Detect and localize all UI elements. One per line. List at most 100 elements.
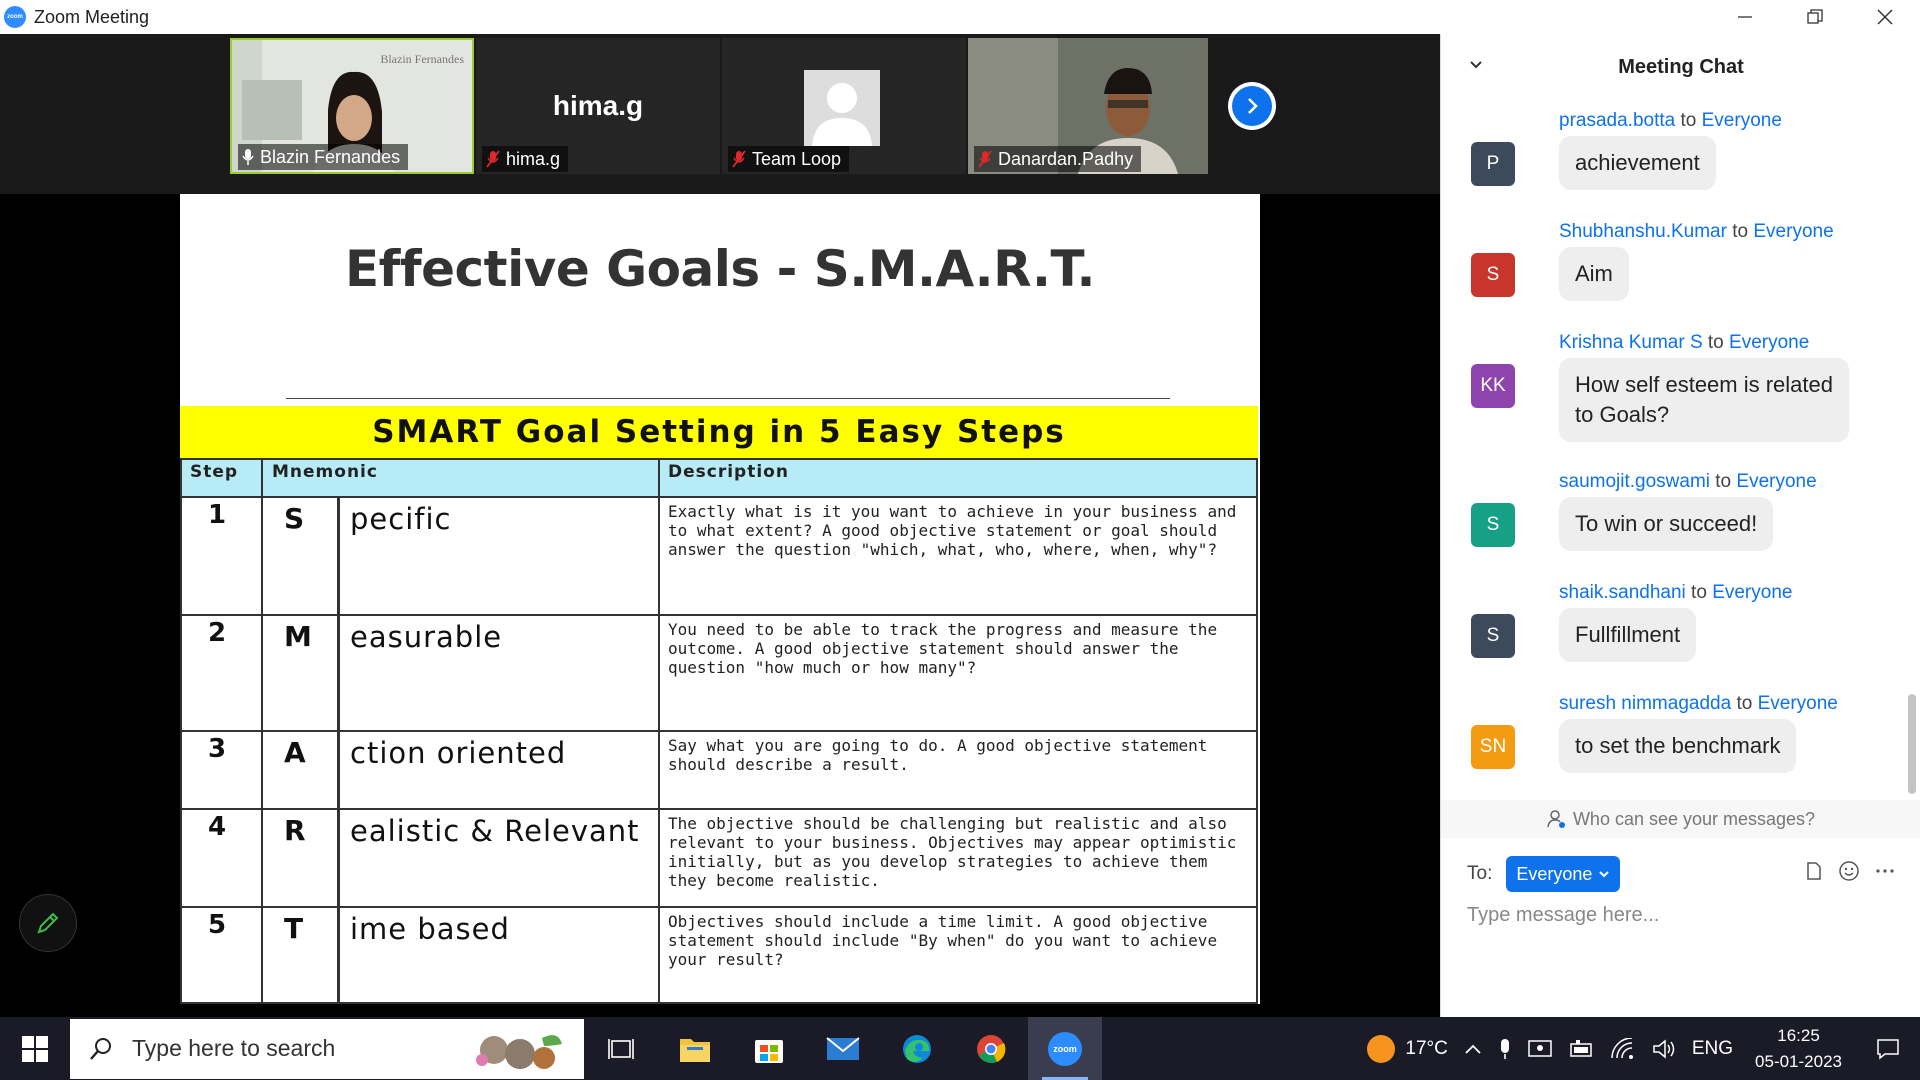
notifications-button[interactable]: [1864, 1038, 1912, 1060]
table-row: 5 T ime based Objectives should include …: [180, 908, 1258, 1002]
chrome-icon: [977, 1034, 1006, 1063]
weather-widget[interactable]: 17°C: [1367, 1034, 1448, 1063]
close-button[interactable]: [1850, 0, 1920, 34]
wifi-icon: [1611, 1037, 1633, 1059]
message-bubble[interactable]: Aim: [1559, 247, 1629, 301]
sender-name[interactable]: shaik.sandhani: [1559, 582, 1686, 603]
step-description: You need to be able to track the progres…: [668, 620, 1218, 677]
chat-title: Meeting Chat: [1618, 56, 1744, 78]
avatar: SN: [1471, 725, 1515, 769]
show-hidden-icons-button[interactable]: [1464, 1043, 1482, 1055]
sender-name[interactable]: saumojit.goswami: [1559, 471, 1710, 492]
avatar: P: [1471, 142, 1515, 186]
sender-name[interactable]: prasada.botta: [1559, 110, 1675, 131]
chevron-right-icon: [1248, 98, 1258, 114]
shared-screen-slide: Effective Goals - S.M.A.R.T. SMART Goal …: [180, 194, 1260, 1004]
recipient-name[interactable]: Everyone: [1736, 471, 1816, 492]
zoom-app-icon: zoom: [1048, 1031, 1082, 1066]
slide-title: Effective Goals - S.M.A.R.T.: [344, 240, 1096, 298]
recipient-dropdown[interactable]: Everyone: [1506, 856, 1621, 892]
mail-icon: [826, 1036, 860, 1060]
start-button[interactable]: [0, 1017, 70, 1080]
step-number: 2: [208, 618, 227, 648]
file-icon[interactable]: [1804, 861, 1824, 881]
next-participants-button[interactable]: [1228, 82, 1276, 130]
clock[interactable]: 16:25 05-01-2023: [1755, 1023, 1842, 1075]
chat-scrollbar[interactable]: [1908, 104, 1916, 824]
recipient-name[interactable]: Everyone: [1753, 221, 1833, 242]
task-view-button[interactable]: [584, 1017, 658, 1080]
volume-button[interactable]: [1652, 1038, 1676, 1060]
mnemonic-word: pecific: [350, 502, 452, 536]
emoji-icon[interactable]: [1838, 860, 1860, 882]
chat-panel: Meeting Chat prasada.botta to Everyone P…: [1440, 34, 1920, 1017]
recipient-name[interactable]: Everyone: [1758, 693, 1838, 714]
step-description: Objectives should include a time limit. …: [668, 912, 1218, 969]
recipient-name[interactable]: Everyone: [1712, 582, 1792, 603]
chat-message: prasada.botta to Everyone P achievement: [1471, 110, 1891, 210]
message-bubble[interactable]: achievement: [1559, 136, 1716, 190]
recipient-name[interactable]: Everyone: [1702, 110, 1782, 131]
meet-now-button[interactable]: [1528, 1038, 1552, 1060]
search-highlight-illustration-icon: [476, 1034, 562, 1069]
recipient-name[interactable]: Everyone: [1729, 332, 1809, 353]
message-bubble[interactable]: Fullfillment: [1559, 608, 1697, 662]
participant-tile[interactable]: hima.g hima.g: [476, 38, 720, 174]
message-meta: prasada.botta to Everyone: [1559, 110, 1782, 131]
sender-name[interactable]: Krishna Kumar S: [1559, 332, 1703, 353]
mail-button[interactable]: [806, 1017, 880, 1080]
recipient-row: To: Everyone: [1467, 856, 1621, 892]
folder-icon: [680, 1038, 710, 1062]
default-avatar-icon: [804, 70, 880, 146]
avatar: S: [1471, 614, 1515, 658]
table-row: 4 R ealistic & Relevant The objective sh…: [180, 810, 1258, 906]
minimize-button[interactable]: [1710, 0, 1780, 34]
sender-name[interactable]: suresh nimmagadda: [1559, 693, 1731, 714]
message-bubble[interactable]: How self esteem is related to Goals?: [1559, 358, 1849, 442]
battery-button[interactable]: [1568, 1039, 1594, 1059]
participant-name-tag: hima.g: [482, 146, 569, 172]
title-bar: zoom Zoom Meeting: [0, 0, 1920, 34]
screen-share-icon: [1528, 1039, 1552, 1057]
chrome-button[interactable]: [954, 1017, 1028, 1080]
person-eye-icon: [1547, 810, 1565, 828]
column-header-step: Step: [190, 462, 239, 482]
grid-line: [180, 1002, 1258, 1004]
to-label: To:: [1467, 863, 1493, 884]
step-number: 5: [208, 910, 227, 940]
scrollbar-thumb[interactable]: [1908, 694, 1916, 794]
participant-tile[interactable]: Blazin Fernandes Blazin Fernandes: [230, 38, 474, 174]
file-explorer-button[interactable]: [658, 1017, 732, 1080]
message-bubble[interactable]: To win or succeed!: [1559, 497, 1774, 551]
windows-logo-icon: [22, 1035, 48, 1062]
taskbar-search[interactable]: Type here to search: [70, 1018, 584, 1079]
zoom-taskbar-button[interactable]: zoom: [1028, 1017, 1102, 1080]
participant-tile[interactable]: Danardan.Padhy: [968, 38, 1208, 174]
step-number: 3: [208, 734, 227, 764]
more-options-icon[interactable]: [1874, 860, 1896, 882]
message-bubble[interactable]: to set the benchmark: [1559, 719, 1797, 773]
sender-name[interactable]: Shubhanshu.Kumar: [1559, 221, 1727, 242]
edge-browser-icon: [903, 1034, 931, 1063]
chat-message: suresh nimmagadda to Everyone SN to set …: [1471, 693, 1891, 793]
message-input[interactable]: Type message here...: [1467, 904, 1659, 927]
muted-microphone-icon: [486, 150, 500, 168]
annotate-button[interactable]: [19, 894, 77, 952]
mnemonic-letter: M: [284, 620, 312, 653]
edge-button[interactable]: [880, 1017, 954, 1080]
microphone-tray-button[interactable]: [1498, 1038, 1512, 1060]
microsoft-store-button[interactable]: [732, 1017, 806, 1080]
network-button[interactable]: [1610, 1037, 1636, 1060]
restore-button[interactable]: [1780, 0, 1850, 34]
mnemonic-word: ealistic & Relevant: [350, 814, 640, 848]
message-meta: saumojit.goswami to Everyone: [1559, 471, 1817, 492]
participant-tile[interactable]: Team Loop: [722, 38, 966, 174]
who-can-see-link[interactable]: Who can see your messages?: [1441, 800, 1920, 838]
message-meta: shaik.sandhani to Everyone: [1559, 582, 1793, 603]
message-meta: Krishna Kumar S to Everyone: [1559, 332, 1810, 353]
microphone-icon: [1500, 1038, 1509, 1059]
chat-message: Shubhanshu.Kumar to Everyone S Aim: [1471, 221, 1891, 321]
input-language-indicator[interactable]: ENG: [1692, 1038, 1733, 1060]
zoom-logo-icon: zoom: [4, 6, 26, 28]
table-row: 3 A ction oriented Say what you are goin…: [180, 732, 1258, 808]
